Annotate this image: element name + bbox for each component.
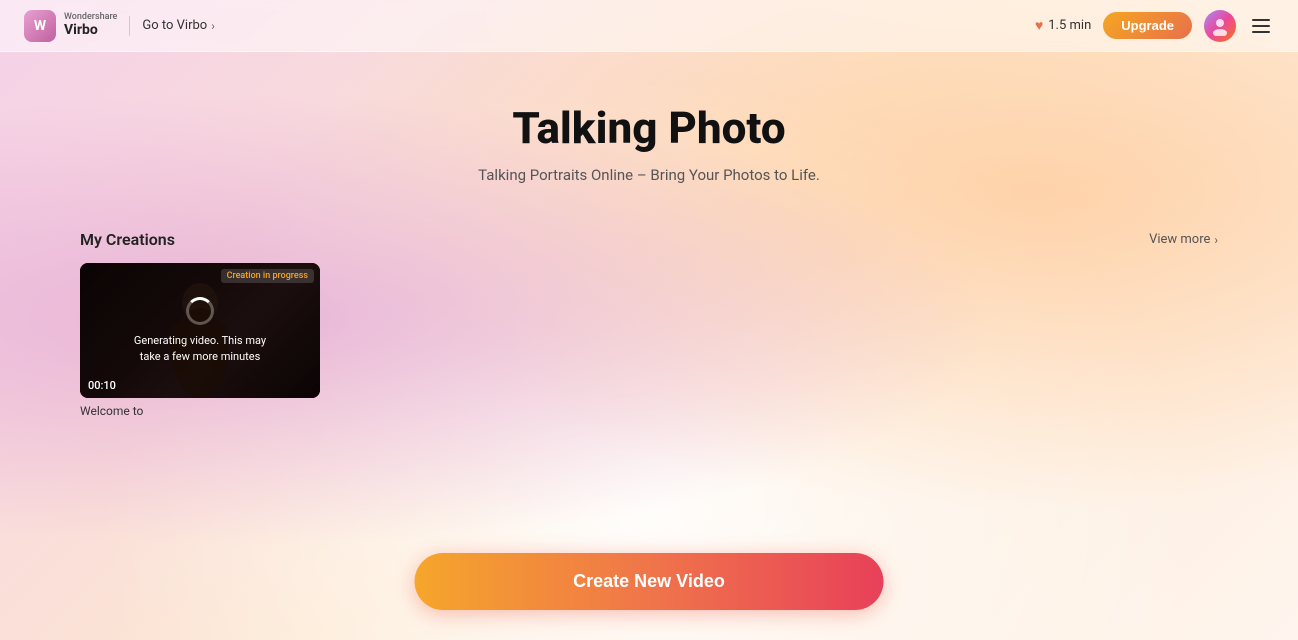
logo: W Wondershare Virbo [24, 10, 117, 42]
view-more-label: View more [1149, 232, 1210, 247]
header-left: W Wondershare Virbo Go to Virbo › [24, 10, 215, 42]
page-title: Talking Photo [80, 102, 1218, 154]
upgrade-button[interactable]: Upgrade [1103, 12, 1192, 39]
hero-section: Talking Photo Talking Portraits Online –… [80, 52, 1218, 214]
creations-title: My Creations [80, 230, 175, 249]
video-generating-overlay: Generating video. This may take a few mo… [80, 263, 320, 398]
header-divider [129, 16, 130, 36]
menu-icon[interactable] [1248, 15, 1274, 37]
page-subtitle: Talking Portraits Online – Bring Your Ph… [80, 166, 1218, 184]
credits-display: ♥ 1.5 min [1035, 17, 1091, 34]
creations-section: My Creations View more › [80, 230, 1218, 418]
go-to-virbo-link[interactable]: Go to Virbo › [142, 18, 214, 33]
logo-product: Virbo [64, 23, 117, 38]
chevron-right-icon: › [211, 19, 215, 33]
loading-spinner [186, 297, 214, 325]
view-more-chevron-icon: › [1214, 233, 1218, 247]
create-btn-container: Create New Video [415, 553, 884, 610]
creations-header: My Creations View more › [80, 230, 1218, 249]
header: W Wondershare Virbo Go to Virbo › ♥ 1.5 … [0, 0, 1298, 52]
avatar[interactable] [1204, 10, 1236, 42]
video-title: Welcome to [80, 404, 320, 418]
credits-icon: ♥ [1035, 17, 1043, 34]
go-to-virbo-label: Go to Virbo [142, 18, 207, 33]
logo-icon: W [24, 10, 56, 42]
logo-text: Wondershare Virbo [64, 13, 117, 38]
menu-line-2 [1252, 25, 1270, 27]
main-content: Talking Photo Talking Portraits Online –… [0, 52, 1298, 418]
video-thumbnail: Generating video. This may take a few mo… [80, 263, 320, 398]
video-card[interactable]: Generating video. This may take a few mo… [80, 263, 320, 418]
menu-line-1 [1252, 19, 1270, 21]
create-new-video-button[interactable]: Create New Video [415, 553, 884, 610]
credits-amount: 1.5 min [1048, 18, 1091, 33]
creation-status-badge: Creation in progress [221, 269, 314, 283]
generating-text: Generating video. This may take a few mo… [130, 333, 270, 364]
header-right: ♥ 1.5 min Upgrade [1035, 10, 1274, 42]
view-more-link[interactable]: View more › [1149, 232, 1218, 247]
video-duration: 00:10 [88, 379, 116, 392]
menu-line-3 [1252, 31, 1270, 33]
